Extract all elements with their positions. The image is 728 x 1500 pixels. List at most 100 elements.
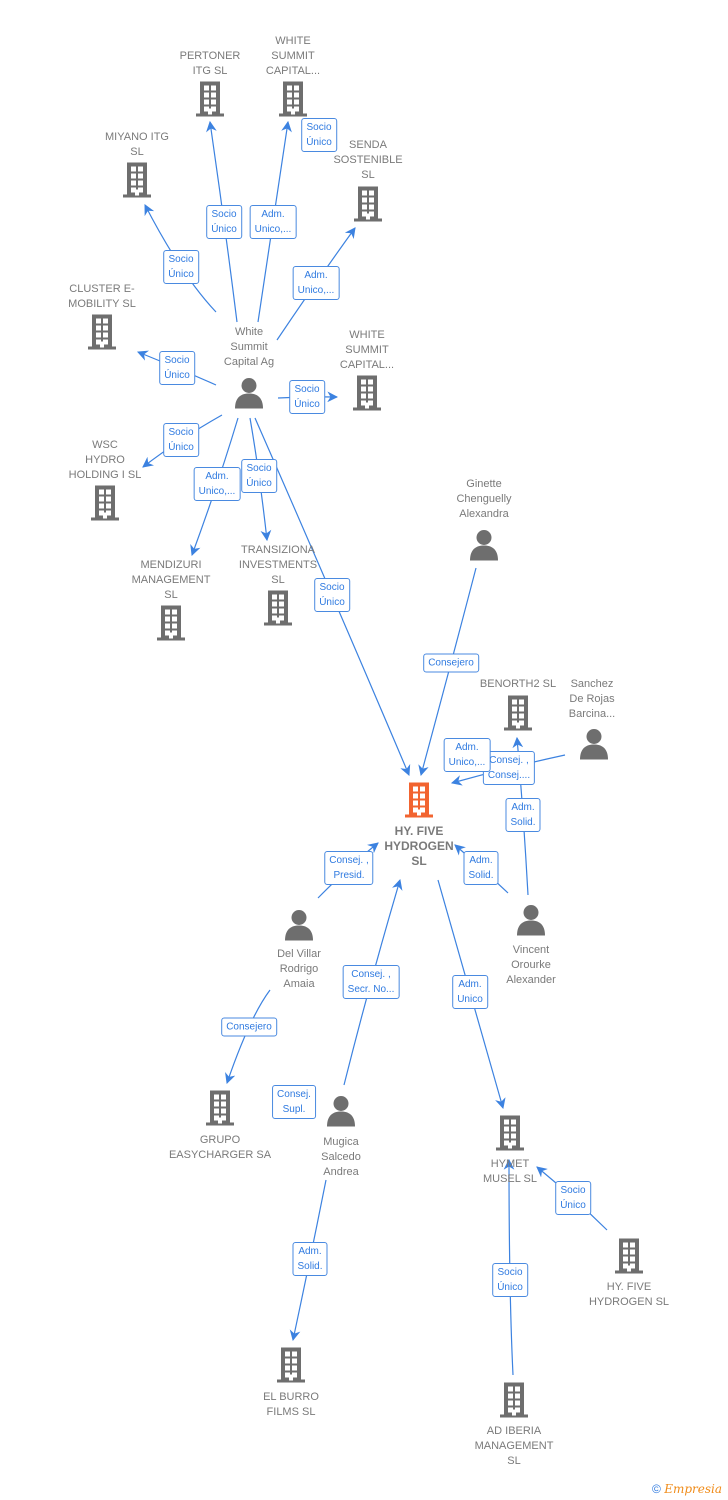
building-icon[interactable] — [193, 81, 227, 122]
relation-label-line: Adm. — [455, 742, 479, 753]
person-icon[interactable] — [579, 728, 609, 765]
relation-label[interactable]: Socio Único — [206, 205, 242, 239]
node-label-hyfive2[interactable]: HY. FIVE HYDROGEN SL — [589, 1280, 669, 1310]
node-label-wschydro[interactable]: WSC HYDRO HOLDING I SL — [69, 438, 142, 483]
building-icon[interactable] — [85, 314, 119, 355]
relation-label-line: Secr. No... — [347, 984, 395, 995]
building-icon[interactable] — [120, 162, 154, 203]
person-icon[interactable] — [516, 904, 546, 941]
relation-label-line: Consej. , — [329, 855, 369, 866]
relation-label[interactable]: Consej. , Presid. — [324, 851, 374, 885]
building-icon[interactable] — [261, 590, 295, 631]
building-icon[interactable] — [350, 375, 384, 416]
relation-label-line: Socio — [560, 1185, 586, 1196]
node-label-adiberia[interactable]: AD IBERIA MANAGEMENT SL — [475, 1424, 554, 1469]
building-icon[interactable] — [203, 1090, 237, 1131]
node-label-line: SOSTENIBLE — [333, 154, 403, 166]
building-icon[interactable] — [612, 1238, 646, 1279]
relation-label-line: Consej. , — [351, 969, 391, 980]
building-icon[interactable] — [501, 695, 535, 736]
node-label-cluster[interactable]: CLUSTER E- MOBILITY SL — [68, 282, 136, 312]
building-icon[interactable] — [402, 782, 436, 823]
node-label-hymet[interactable]: HYMET MUSEL SL — [483, 1157, 537, 1187]
node-label-hub[interactable]: White Summit Capital Ag — [224, 325, 274, 370]
relation-label-line: Único — [168, 269, 194, 280]
relation-label-line: Único — [294, 399, 320, 410]
relation-label[interactable]: Adm. Solid. — [292, 1242, 328, 1276]
node-label-line: EASYCHARGER SA — [168, 1149, 272, 1161]
building-icon[interactable] — [497, 1382, 531, 1423]
building-icon[interactable] — [274, 1347, 308, 1388]
relation-label[interactable]: Adm. Solid. — [463, 851, 499, 885]
relation-label[interactable]: Adm. Unico,... — [249, 205, 297, 239]
relation-label-line: Adm. — [469, 855, 493, 866]
relation-label[interactable]: Adm. Unico,... — [443, 738, 491, 772]
building-icon[interactable] — [351, 186, 385, 227]
relation-label[interactable]: Consej. , Consej.... — [482, 751, 536, 785]
relation-label[interactable]: Socio Único — [314, 578, 350, 612]
node-label-line: WHITE — [349, 329, 385, 341]
node-label-line: Capital Ag — [223, 356, 275, 368]
building-icon[interactable] — [276, 81, 310, 122]
node-label-mendizuri[interactable]: MENDIZURI MANAGEMENT SL — [132, 558, 211, 603]
relation-label-line: Único — [211, 224, 237, 235]
relation-label[interactable]: Socio Único — [163, 423, 199, 457]
node-label-line: De Rojas — [569, 693, 615, 705]
node-label-elburro[interactable]: EL BURRO FILMS SL — [263, 1390, 319, 1420]
person-icon[interactable] — [234, 377, 264, 414]
node-label-ginette[interactable]: Ginette Chenguelly Alexandra — [456, 477, 511, 522]
building-icon[interactable] — [88, 485, 122, 526]
relation-label-line: Consej.... — [487, 770, 531, 781]
person-icon[interactable] — [326, 1095, 356, 1132]
node-label-miyano[interactable]: MIYANO ITG SL — [105, 130, 169, 160]
relation-label[interactable]: Socio Único — [163, 250, 199, 284]
relation-label-line: Unico — [457, 994, 483, 1005]
node-label-vincent[interactable]: Vincent Orourke Alexander — [506, 943, 556, 988]
relation-label[interactable]: Adm. Solid. — [505, 798, 541, 832]
node-label-senda[interactable]: SENDA SOSTENIBLE SL — [333, 138, 402, 183]
node-label-line: CLUSTER E- — [69, 283, 135, 295]
person-icon[interactable] — [469, 529, 499, 566]
node-label-wsc1[interactable]: WHITE SUMMIT CAPITAL... — [266, 34, 320, 79]
relation-label[interactable]: Adm. Unico,... — [292, 266, 340, 300]
relation-label[interactable]: Consej. Supl. — [272, 1085, 316, 1119]
relation-label[interactable]: Socio Único — [159, 351, 195, 385]
node-label-transiziona[interactable]: TRANSIZIONA INVESTMENTS SL — [239, 543, 317, 588]
node-label-line: Del Villar — [277, 948, 321, 960]
relation-label-line: Único — [560, 1200, 586, 1211]
node-label-line: GRUPO — [199, 1134, 241, 1146]
edge-delvillar-to-grupo — [225, 989, 271, 1085]
brand-logo: Empresia — [664, 1482, 722, 1496]
node-label-line: AD IBERIA — [486, 1425, 542, 1437]
node-label-grupo[interactable]: GRUPO EASYCHARGER SA — [169, 1133, 271, 1163]
relation-label[interactable]: Socio Único — [492, 1263, 528, 1297]
building-icon[interactable] — [493, 1115, 527, 1156]
node-label-wsc2[interactable]: WHITE SUMMIT CAPITAL... — [340, 328, 394, 373]
relation-label[interactable]: Adm. Unico — [452, 975, 488, 1009]
node-label-line: Andrea — [323, 1166, 359, 1178]
relation-label[interactable]: Consejero — [423, 653, 479, 673]
relation-label[interactable]: Socio Único — [301, 118, 337, 152]
node-label-pertoner[interactable]: PERTONER ITG SL — [180, 49, 241, 79]
node-label-line: Amaia — [283, 978, 315, 990]
relation-label-line: Adm. — [511, 802, 535, 813]
relation-label[interactable]: Consej. , Secr. No... — [342, 965, 400, 999]
node-label-line: Barcina... — [568, 708, 616, 720]
node-label-line: Salcedo — [321, 1151, 361, 1163]
relation-label[interactable]: Consejero — [221, 1017, 277, 1037]
node-label-line: MUSEL SL — [482, 1173, 538, 1185]
person-icon[interactable] — [284, 909, 314, 946]
node-label-mugica[interactable]: Mugica Salcedo Andrea — [321, 1135, 361, 1180]
relation-label[interactable]: Socio Único — [289, 380, 325, 414]
node-label-sanchez[interactable]: Sanchez De Rojas Barcina... — [569, 677, 615, 722]
node-label-line: HYDRO — [85, 454, 125, 466]
node-label-main[interactable]: HY. FIVE HYDROGEN SL — [384, 824, 453, 869]
relation-label-line: Único — [168, 442, 194, 453]
relation-label-line: Consej. , — [489, 755, 529, 766]
building-icon[interactable] — [154, 605, 188, 646]
relation-label[interactable]: Adm. Unico,... — [193, 467, 241, 501]
node-label-benorth2[interactable]: BENORTH2 SL — [480, 677, 556, 692]
relation-label[interactable]: Socio Único — [241, 459, 277, 493]
relation-label[interactable]: Socio Único — [555, 1181, 591, 1215]
node-label-delvillar[interactable]: Del Villar Rodrigo Amaia — [277, 947, 321, 992]
